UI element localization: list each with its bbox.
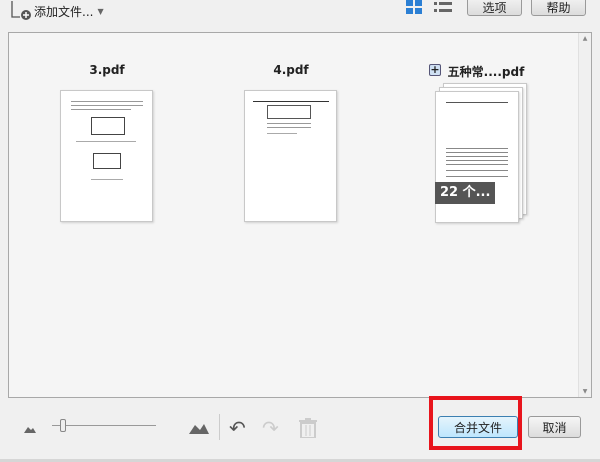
page-thumbnail (60, 90, 153, 222)
help-button[interactable]: 帮助 (531, 0, 586, 16)
scroll-down-arrow[interactable]: ▼ (579, 388, 591, 395)
thumbnail-view-button[interactable] (406, 0, 422, 14)
slider-thumb[interactable] (59, 419, 66, 432)
redo-button[interactable]: ↷ (262, 416, 279, 440)
small-thumbnail-icon (24, 427, 36, 433)
chevron-down-icon: ▼ (97, 6, 104, 16)
thumbnail-size-slider[interactable] (52, 418, 156, 434)
options-button[interactable]: 选项 (467, 0, 522, 16)
add-file-icon (11, 1, 31, 20)
delete-icon[interactable] (299, 418, 317, 438)
vertical-scrollbar[interactable]: ▲ ▼ (578, 33, 591, 397)
file-thumbnail-panel: ▲ ▼ 3.pdf 4.pdf + 五种常....pdf 22 个... (8, 32, 592, 398)
file-item[interactable]: 4.pdf (231, 63, 351, 222)
cancel-button[interactable]: 取消 (528, 416, 581, 438)
list-view-button[interactable] (434, 1, 452, 13)
page-thumbnail: 22 个... (435, 91, 519, 223)
list-icon (434, 2, 452, 12)
page-count-badge: 22 个... (435, 182, 496, 204)
add-files-button[interactable]: 添加文件... ▼ (10, 0, 104, 22)
file-name: 3.pdf (89, 63, 125, 77)
file-name: 五种常....pdf (447, 65, 525, 79)
grid-icon (406, 0, 422, 14)
file-item[interactable]: 3.pdf (47, 63, 167, 222)
expand-icon[interactable]: + (429, 64, 441, 76)
large-thumbnail-icon (189, 424, 209, 434)
scroll-up-arrow[interactable]: ▲ (579, 35, 591, 42)
combine-files-button[interactable]: 合并文件 (438, 416, 518, 438)
undo-button[interactable]: ↶ (229, 416, 246, 440)
file-name: 4.pdf (273, 63, 309, 77)
add-files-label: 添加文件... (34, 4, 94, 19)
page-thumbnail (244, 90, 337, 222)
